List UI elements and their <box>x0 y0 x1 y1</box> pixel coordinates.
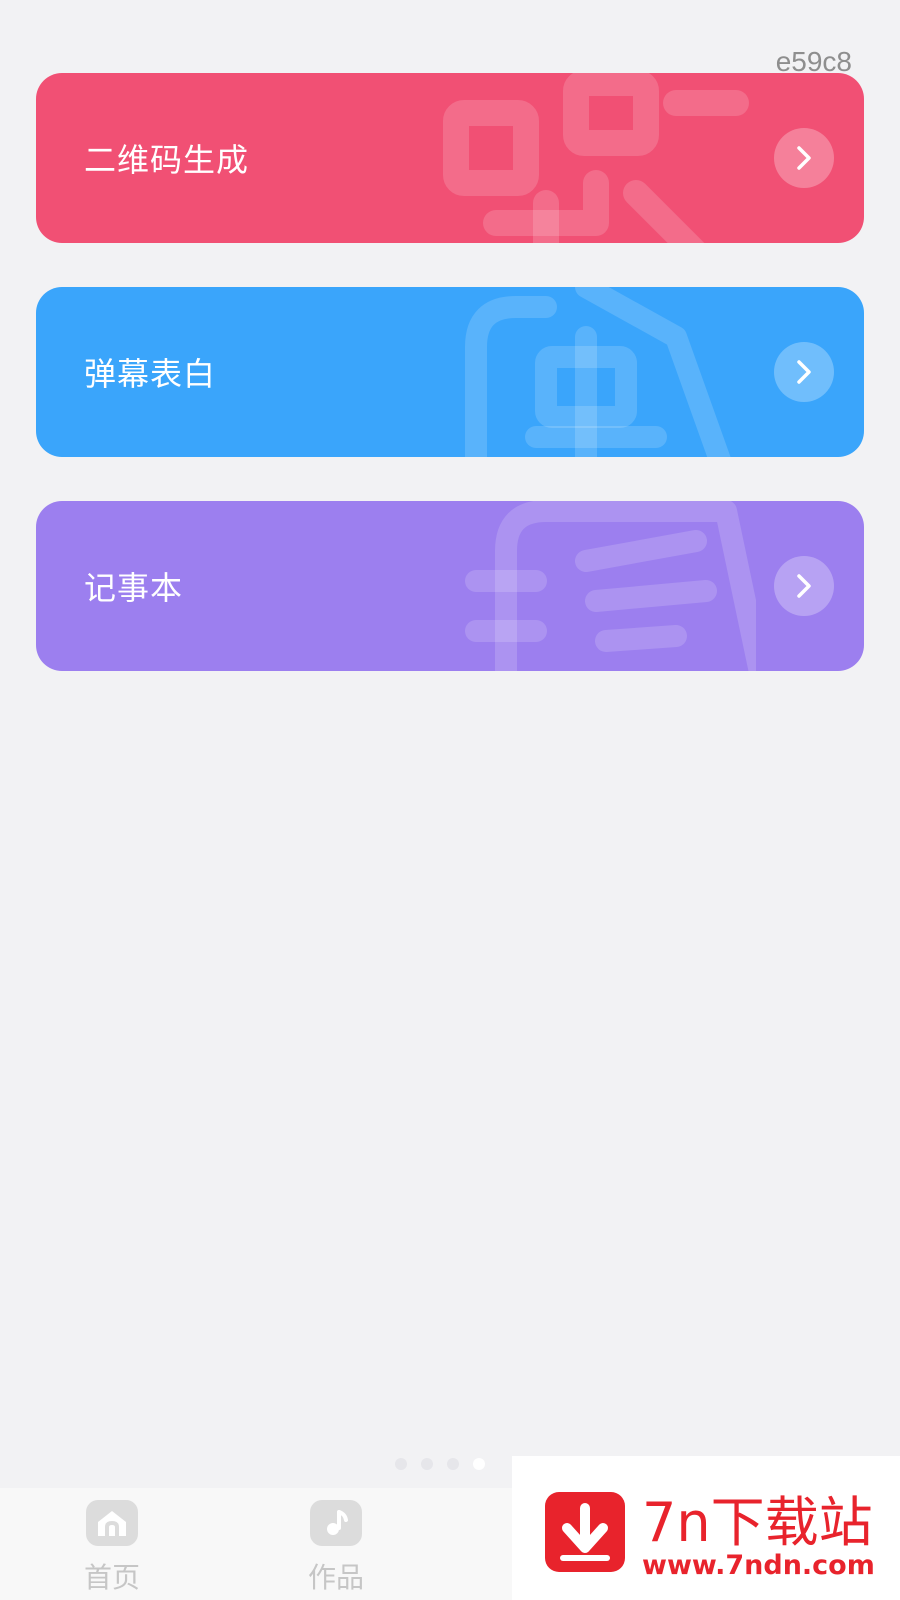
download-site-watermark: 7n下载站 www.7ndn.com <box>512 1456 900 1600</box>
tab-works[interactable]: 作品 <box>276 1500 396 1596</box>
chevron-right-icon[interactable] <box>774 556 834 616</box>
tab-home[interactable]: 首页 <box>52 1500 172 1596</box>
tab-label: 首页 <box>83 1561 140 1594</box>
danmu-confession-card[interactable]: 弹幕表白 <box>36 287 864 457</box>
page-dot-active[interactable] <box>473 1458 485 1470</box>
chevron-right-icon[interactable] <box>774 342 834 402</box>
card-label: 记事本 <box>84 569 184 607</box>
notebook-card[interactable]: 记事本 <box>36 501 864 671</box>
music-note-icon <box>310 1500 362 1546</box>
page-dot[interactable] <box>395 1458 407 1470</box>
qr-generator-card[interactable]: 二维码生成 <box>36 73 864 243</box>
card-label: 弹幕表白 <box>84 355 217 393</box>
watermark-url: www.7ndn.com <box>642 1550 875 1581</box>
tab-label: 作品 <box>307 1561 364 1594</box>
qr-code-watermark-icon <box>443 73 749 243</box>
home-icon <box>86 1500 138 1546</box>
notebook-watermark-icon <box>465 501 756 671</box>
chevron-right-icon[interactable] <box>774 128 834 188</box>
danmu-watermark-icon <box>465 287 731 457</box>
download-arrow-icon <box>545 1492 625 1572</box>
card-label: 二维码生成 <box>84 141 250 179</box>
watermark-title: 7n下载站 <box>642 1491 873 1554</box>
page-dot[interactable] <box>447 1458 459 1470</box>
page-dot[interactable] <box>421 1458 433 1470</box>
page-indicator <box>395 1458 485 1470</box>
